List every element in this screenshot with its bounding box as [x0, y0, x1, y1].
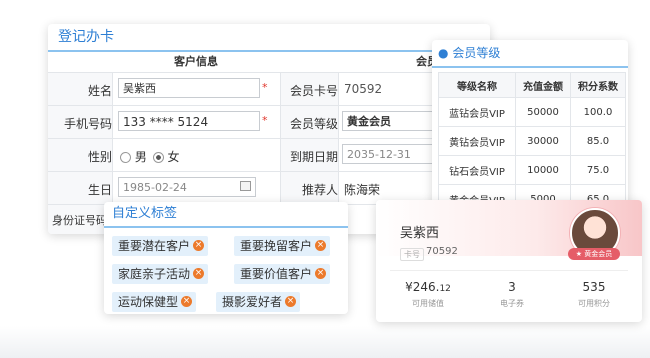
stat-value-main: ¥246.	[405, 280, 440, 294]
member-level-select[interactable]: 黄金会员	[342, 111, 440, 131]
remove-tag-icon[interactable]: ×	[193, 268, 205, 279]
stat-value: 3	[508, 280, 516, 294]
level-amount: 30000	[515, 126, 571, 156]
stat-value-fraction: 12	[439, 284, 451, 294]
vip-level-badge: ★ 黄金会员	[568, 248, 620, 260]
form-row: 手机号码 133 **** 5124 * 会员等级 黄金会员	[48, 106, 490, 139]
remove-tag-icon[interactable]: ×	[193, 240, 205, 251]
phone-input[interactable]: 133 **** 5124	[118, 111, 260, 131]
column-header: 充值金额	[515, 72, 571, 98]
gender-label: 性别	[87, 150, 112, 164]
gender-male-radio[interactable]	[120, 152, 131, 163]
member-levels-table: 等级名称 充值金额 积分系数 蓝钻会员VIP 50000 100.0 黄钻会员V…	[438, 72, 626, 208]
background-shade	[0, 326, 650, 358]
coupon-stat: 3 电子券	[472, 280, 552, 309]
remove-tag-icon[interactable]: ×	[315, 240, 327, 251]
tag-chip[interactable]: 重要潜在客户 ×	[112, 236, 209, 256]
member-profile-card: 吴紫西 卡号 70592 ★ 黄金会员 ¥246.12 可用储值 3 电子券 5…	[376, 200, 642, 322]
required-mark: *	[262, 114, 268, 127]
points-stat: 535 可用积分	[554, 280, 634, 309]
remove-tag-icon[interactable]: ×	[315, 268, 327, 279]
referrer-value: 陈海荣	[344, 183, 381, 197]
customer-info-header: 客户信息	[174, 55, 218, 68]
birthday-label: 生日	[87, 183, 112, 197]
tag-label: 家庭亲子活动	[118, 267, 191, 281]
tag-chip[interactable]: 家庭亲子活动 ×	[112, 264, 209, 284]
custom-tags-title: 自定义标签	[104, 202, 348, 228]
column-header: 等级名称	[438, 72, 516, 98]
remove-tag-icon[interactable]: ×	[181, 296, 193, 307]
form-row: 性别 男 女 到期日期 2035-12-31	[48, 139, 490, 172]
name-label: 姓名	[87, 84, 112, 98]
card-number-label: 会员卡号	[289, 84, 338, 98]
tag-label: 重要潜在客户	[118, 239, 191, 253]
table-row[interactable]: 黄钻会员VIP 30000 85.0	[438, 126, 626, 156]
stat-caption: 可用储值	[412, 299, 444, 308]
level-name: 钻石会员VIP	[438, 155, 516, 185]
stat-caption: 电子券	[500, 299, 524, 308]
level-factor: 100.0	[570, 97, 626, 127]
stored-value-stat: ¥246.12 可用储值	[388, 280, 468, 309]
level-name: 蓝钻会员VIP	[438, 97, 516, 127]
required-mark: *	[262, 81, 268, 94]
member-name: 吴紫西	[400, 226, 440, 241]
column-header: 积分系数	[570, 72, 626, 98]
card-number-value: 70592	[344, 82, 383, 96]
gender-female-label: 女	[167, 150, 180, 164]
table-row[interactable]: 钻石会员VIP 10000 75.0	[438, 155, 626, 185]
member-level-label: 会员等级	[289, 117, 338, 131]
calendar-icon[interactable]	[240, 181, 251, 191]
tag-chip[interactable]: 摄影爱好者 ×	[216, 292, 301, 312]
member-levels-title: ● 会员等级	[432, 40, 628, 68]
expiry-date-label: 到期日期	[289, 150, 338, 164]
tag-label: 重要挽留客户	[240, 239, 313, 253]
tag-label: 运动保健型	[118, 295, 179, 309]
member-levels-title-text: 会员等级	[452, 46, 501, 60]
level-amount: 10000	[515, 155, 571, 185]
level-name: 黄钻会员VIP	[438, 126, 516, 156]
level-factor: 85.0	[570, 126, 626, 156]
gender-radio-group: 男 女	[120, 148, 180, 165]
card-number-badge: 卡号	[400, 248, 424, 261]
level-factor: 75.0	[570, 155, 626, 185]
bullet-icon: ●	[438, 46, 449, 60]
gender-female-radio[interactable]	[152, 152, 164, 163]
stat-value: 535	[582, 280, 606, 294]
level-amount: 50000	[515, 97, 571, 127]
phone-label: 手机号码	[63, 117, 112, 131]
registration-title: 登记办卡	[48, 24, 490, 52]
referrer-label: 推荐人	[301, 183, 338, 197]
tag-label: 重要价值客户	[240, 267, 313, 281]
tag-label: 摄影爱好者	[222, 295, 283, 309]
divider	[390, 270, 628, 271]
birthday-input[interactable]: 1985-02-24	[118, 177, 256, 197]
remove-tag-icon[interactable]: ×	[285, 296, 297, 307]
tag-chip[interactable]: 重要价值客户 ×	[234, 264, 331, 284]
member-id: 70592	[426, 246, 458, 257]
custom-tags-card: 自定义标签 重要潜在客户 × 重要挽留客户 × 家庭亲子活动 × 重要价值客户 × 运动…	[104, 202, 348, 314]
form-row: 姓名 吴紫西 * 会员卡号 70592	[48, 73, 490, 106]
table-row[interactable]: 蓝钻会员VIP 50000 100.0	[438, 97, 626, 127]
member-levels-card: ● 会员等级 等级名称 充值金额 积分系数 蓝钻会员VIP 50000 100.…	[432, 40, 628, 208]
stat-value: ¥246.12	[388, 280, 468, 294]
gender-male-label: 男	[134, 150, 147, 164]
name-input[interactable]: 吴紫西	[118, 78, 260, 98]
id-card-label: 身份证号码	[52, 214, 107, 227]
tag-chip[interactable]: 重要挽留客户 ×	[234, 236, 331, 256]
stat-caption: 可用积分	[578, 299, 610, 308]
tag-chip[interactable]: 运动保健型 ×	[112, 292, 197, 312]
